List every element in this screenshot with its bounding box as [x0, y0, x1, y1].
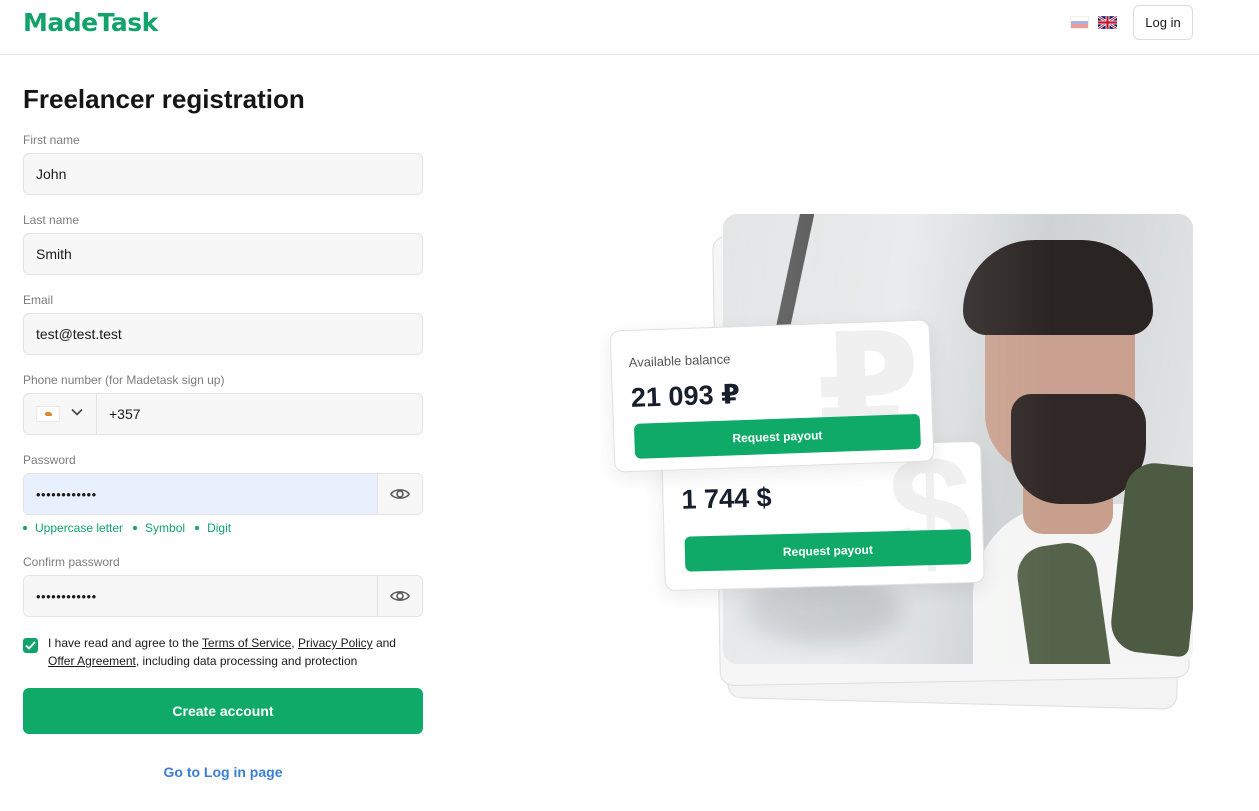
goto-login-link[interactable]: Go to Log in page [23, 764, 423, 780]
country-select[interactable] [24, 394, 97, 434]
show-confirm-password-button[interactable] [377, 576, 422, 616]
password-input-group: •••••••••••• [23, 473, 423, 515]
terms-link[interactable]: Terms of Service [202, 636, 291, 650]
agreement-text: I have read and agree to the Terms of Se… [48, 636, 396, 668]
phone-number-field[interactable]: +357 [97, 394, 422, 434]
agreement-row: I have read and agree to the Terms of Se… [23, 634, 423, 670]
madetask-logo[interactable]: MadeTask [23, 8, 158, 37]
password-label: Password [23, 453, 76, 467]
last-name-label: Last name [23, 213, 80, 227]
checkmark-icon [25, 641, 36, 650]
confirm-password-field[interactable]: •••••••••••• [24, 576, 377, 616]
rub-balance-card: ₽ Available balance 21 093 ₽ Request pay… [609, 302, 935, 473]
email-label: Email [23, 293, 54, 307]
usd-amount: 1 744 $ [681, 482, 772, 515]
hint-uppercase: Uppercase letter [23, 521, 123, 535]
confirm-password-input-group: •••••••••••• [23, 575, 423, 617]
first-name-field[interactable]: John [23, 153, 423, 195]
create-account-button[interactable]: Create account [23, 688, 423, 734]
page-title: Freelancer registration [23, 84, 305, 114]
offer-link[interactable]: Offer Agreement [48, 654, 136, 668]
hint-digit: Digit [195, 521, 231, 535]
show-password-button[interactable] [377, 474, 422, 514]
password-field[interactable]: •••••••••••• [24, 474, 377, 514]
usd-request-payout-button[interactable]: Request payout [684, 529, 972, 572]
login-button[interactable]: Log in [1133, 5, 1193, 40]
russian-flag-icon[interactable] [1070, 16, 1089, 29]
top-header: MadeTask Log in [0, 0, 1259, 55]
available-balance-label: Available balance [628, 351, 731, 370]
eye-icon [390, 591, 410, 601]
phone-input-group: +357 [23, 393, 423, 435]
phone-label: Phone number (for Madetask sign up) [23, 373, 225, 387]
agreement-checkbox[interactable] [23, 638, 38, 653]
privacy-link[interactable]: Privacy Policy [298, 636, 373, 650]
hint-symbol: Symbol [133, 521, 185, 535]
eye-icon [390, 489, 410, 499]
confirm-password-label: Confirm password [23, 555, 120, 569]
cyprus-flag-icon [36, 406, 60, 422]
password-hints: Uppercase letter Symbol Digit [23, 521, 231, 535]
chevron-down-icon [70, 405, 84, 424]
uk-flag-icon[interactable] [1098, 16, 1117, 29]
last-name-field[interactable]: Smith [23, 233, 423, 275]
rub-amount: 21 093 ₽ [630, 379, 741, 413]
email-field[interactable]: test@test.test [23, 313, 423, 355]
first-name-label: First name [23, 133, 80, 147]
